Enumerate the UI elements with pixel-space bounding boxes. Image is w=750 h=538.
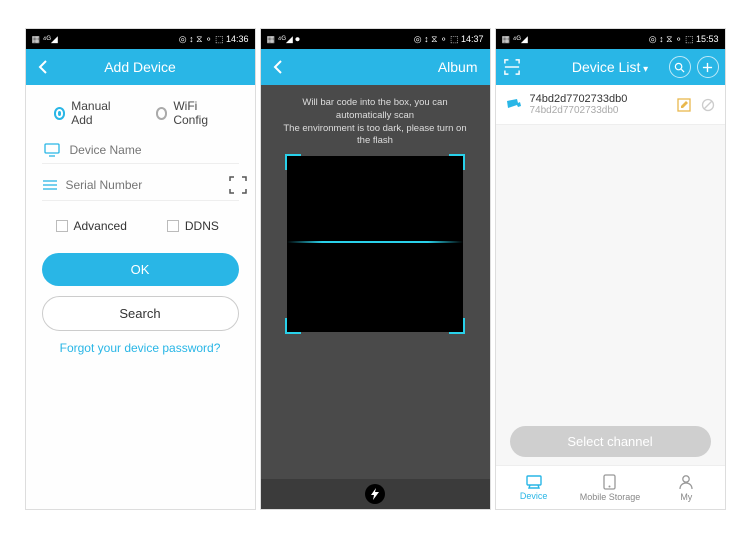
select-channel-button[interactable]: Select channel: [510, 426, 711, 457]
list-icon: [42, 179, 58, 191]
ok-button[interactable]: OK: [42, 253, 239, 286]
navbar: Add Device: [26, 49, 255, 85]
device-sub: 74bd2d7702733db0: [530, 105, 677, 116]
field-serial-number[interactable]: [42, 170, 239, 201]
status-bar: ▦ ⁴ᴳ◢ ⏺ ◎ ↕ ⧖ ⚬ ⬚ 14:37: [261, 29, 490, 49]
qr-scan-button[interactable]: [229, 176, 247, 194]
page-title: Add Device: [26, 59, 255, 75]
edit-icon[interactable]: [677, 98, 691, 112]
status-right: ◎ ↕ ⧖ ⚬ ⬚ 14:37: [414, 34, 484, 45]
back-button[interactable]: [26, 60, 60, 74]
status-right: ◎ ↕ ⧖ ⚬ ⬚ 14:36: [179, 34, 249, 45]
add-button[interactable]: [697, 56, 719, 78]
search-button[interactable]: Search: [42, 296, 239, 331]
radio-wifi-label: WiFi Config: [173, 99, 226, 127]
album-button[interactable]: Album: [438, 59, 478, 75]
status-right: ◎ ↕ ⧖ ⚬ ⬚ 15:53: [649, 34, 719, 45]
checkbox-advanced-label: Advanced: [74, 219, 127, 233]
back-button[interactable]: [261, 60, 295, 74]
device-tab-icon: [525, 475, 543, 489]
radio-manual-add[interactable]: Manual Add: [54, 99, 126, 127]
checkbox-icon: [56, 220, 68, 232]
device-id: 74bd2d7702733db0: [530, 93, 677, 105]
status-left: ▦ ⁴ᴳ◢: [32, 34, 58, 45]
chevron-left-icon: [38, 60, 48, 74]
radio-dot-icon: [156, 107, 168, 120]
radio-manual-label: Manual Add: [71, 99, 125, 127]
checkbox-advanced[interactable]: Advanced: [56, 219, 127, 233]
tab-device-label: Device: [520, 491, 548, 501]
tab-my[interactable]: My: [648, 466, 724, 509]
monitor-icon: [42, 143, 62, 157]
screen-scan: ▦ ⁴ᴳ◢ ⏺ ◎ ↕ ⧖ ⚬ ⬚ 14:37 Album Will bar c…: [260, 28, 491, 510]
hint-line1: Will bar code into the box, you can auto…: [277, 97, 474, 123]
serial-number-input[interactable]: [66, 178, 221, 192]
tab-device[interactable]: Device: [496, 466, 572, 509]
screen-device-list: ▦ ⁴ᴳ◢ ◎ ↕ ⧖ ⚬ ⬚ 15:53 Device List: [495, 28, 726, 510]
navbar: Album: [261, 49, 490, 85]
scan-corner-icon: [285, 154, 301, 170]
search-icon-button[interactable]: [669, 56, 691, 78]
device-name-input[interactable]: [70, 143, 239, 157]
screen-add-device: ▦ ⁴ᴳ◢ ◎ ↕ ⧖ ⚬ ⬚ 14:36 Add Device Manual …: [25, 28, 256, 510]
flash-toggle[interactable]: [261, 479, 490, 509]
flash-icon: [365, 484, 385, 504]
user-tab-icon: [679, 474, 693, 490]
scan-corner-icon: [285, 318, 301, 334]
disable-icon[interactable]: [701, 98, 715, 112]
radio-wifi-config[interactable]: WiFi Config: [156, 99, 227, 127]
status-left: ▦ ⁴ᴳ◢: [502, 34, 528, 45]
scan-corner-icon: [449, 318, 465, 334]
scan-hint: Will bar code into the box, you can auto…: [261, 85, 490, 154]
scan-corner-icon: [449, 154, 465, 170]
tab-bar: Device Mobile Storage My: [496, 465, 725, 509]
checkbox-ddns[interactable]: DDNS: [167, 219, 219, 233]
checkbox-icon: [167, 220, 179, 232]
radio-dot-selected-icon: [54, 107, 66, 120]
tab-mobile-storage[interactable]: Mobile Storage: [572, 466, 648, 509]
storage-tab-icon: [603, 474, 616, 490]
chevron-left-icon: [273, 60, 283, 74]
scan-qr-button[interactable]: [504, 59, 520, 75]
status-left: ▦ ⁴ᴳ◢ ⏺: [267, 34, 300, 45]
forgot-password-link[interactable]: Forgot your device password?: [42, 341, 239, 355]
navbar: Device List: [496, 49, 725, 85]
camera-icon: [506, 99, 522, 111]
status-bar: ▦ ⁴ᴳ◢ ◎ ↕ ⧖ ⚬ ⬚ 14:36: [26, 29, 255, 49]
hint-line2: The environment is too dark, please turn…: [277, 123, 474, 149]
tab-storage-label: Mobile Storage: [580, 492, 641, 502]
field-device-name[interactable]: [42, 137, 239, 164]
status-bar: ▦ ⁴ᴳ◢ ◎ ↕ ⧖ ⚬ ⬚ 15:53: [496, 29, 725, 49]
tab-my-label: My: [680, 492, 692, 502]
checkbox-ddns-label: DDNS: [185, 219, 219, 233]
device-row[interactable]: 74bd2d7702733db0 74bd2d7702733db0: [496, 85, 725, 125]
scan-viewport: [287, 156, 463, 332]
scan-line-icon: [287, 241, 463, 243]
